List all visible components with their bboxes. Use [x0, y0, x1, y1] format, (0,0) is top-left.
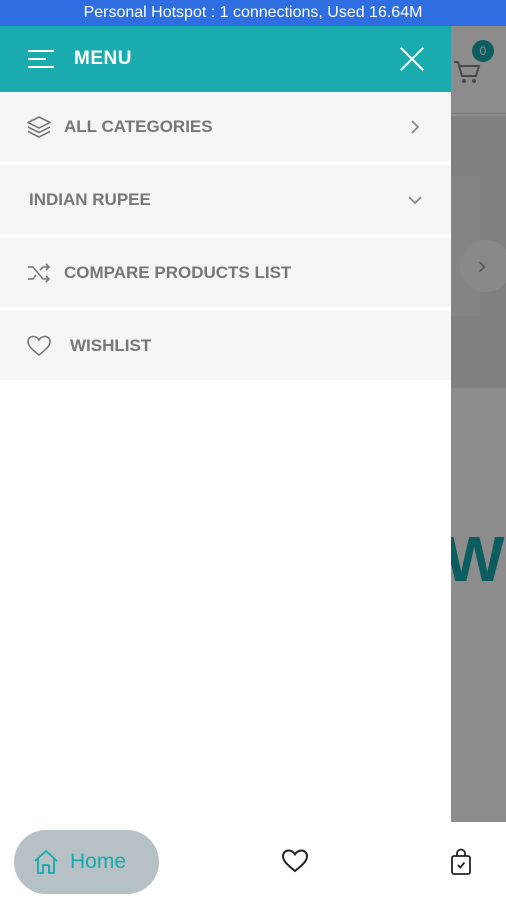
- status-bar-text: Personal Hotspot : 1 connections, Used 1…: [83, 4, 423, 21]
- nav-bag-icon[interactable]: [449, 848, 473, 881]
- menu-item-compare-products[interactable]: COMPARE PRODUCTS LIST: [0, 238, 451, 307]
- nav-home[interactable]: Home: [14, 830, 159, 894]
- drawer-header: MENU: [0, 26, 451, 92]
- shuffle-icon: [26, 260, 52, 286]
- home-icon: [34, 850, 58, 874]
- heart-icon: [26, 333, 52, 359]
- menu-list: ALL CATEGORIES INDIAN RUPEE COMPARE PROD…: [0, 92, 451, 380]
- menu-item-wishlist[interactable]: WISHLIST: [0, 311, 451, 380]
- menu-item-label: COMPARE PRODUCTS LIST: [64, 262, 292, 282]
- status-bar: Personal Hotspot : 1 connections, Used 1…: [0, 0, 506, 26]
- menu-item-label: WISHLIST: [70, 335, 152, 355]
- menu-title: MENU: [74, 48, 132, 69]
- menu-item-all-categories[interactable]: ALL CATEGORIES: [0, 92, 451, 161]
- chevron-right-icon: [407, 119, 423, 135]
- menu-item-label: INDIAN RUPEE: [29, 189, 151, 209]
- layers-icon: [26, 114, 52, 140]
- menu-item-currency[interactable]: INDIAN RUPEE: [0, 165, 451, 234]
- bottom-nav: Home: [0, 822, 506, 900]
- hamburger-icon[interactable]: [28, 50, 54, 68]
- side-drawer: MENU ALL CATEGORIES INDIAN RUPEE COMPARE…: [0, 26, 451, 822]
- nav-wishlist-icon[interactable]: [281, 849, 309, 878]
- nav-home-label: Home: [70, 850, 127, 873]
- chevron-down-icon: [407, 192, 423, 208]
- close-icon[interactable]: [399, 46, 425, 72]
- menu-item-label: ALL CATEGORIES: [64, 116, 213, 136]
